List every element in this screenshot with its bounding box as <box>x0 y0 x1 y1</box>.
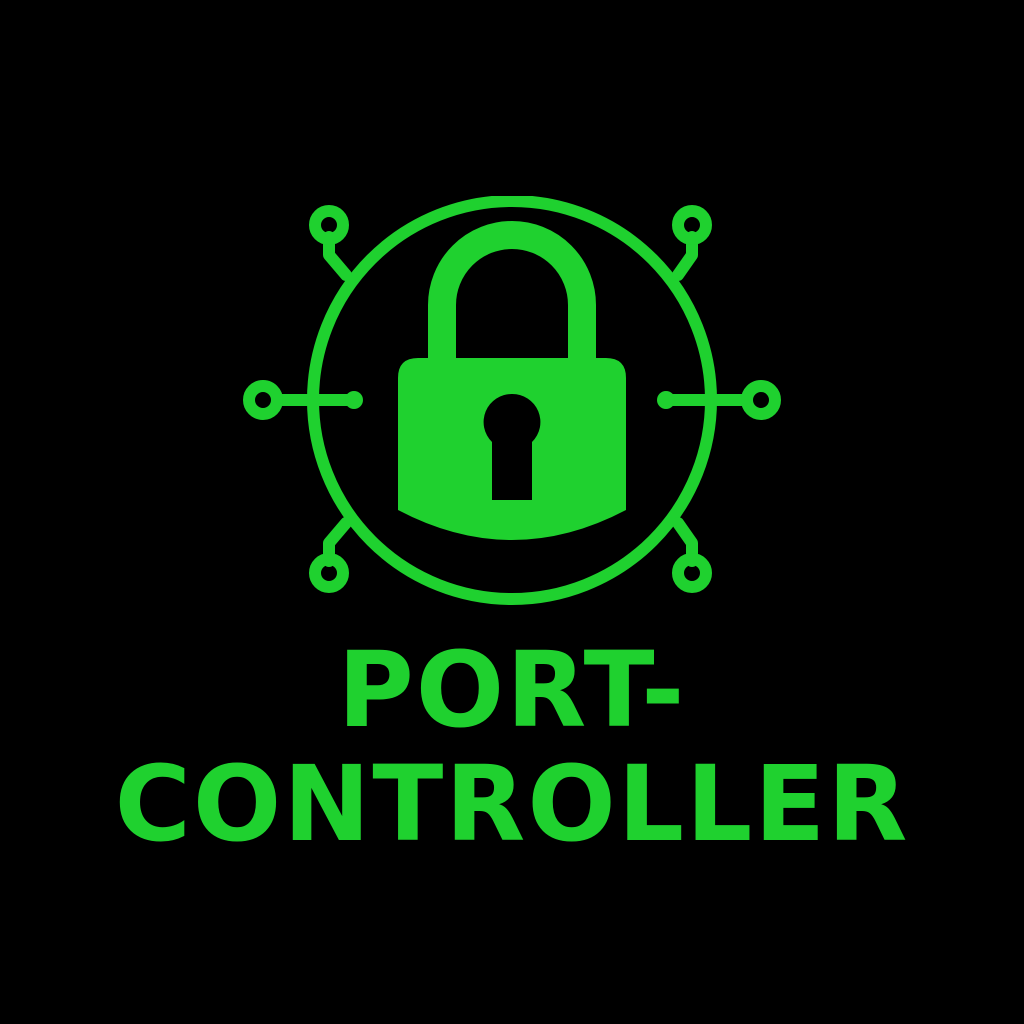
wordmark-line-1: PORT- <box>337 629 687 751</box>
circuit-node-top-right <box>672 205 712 245</box>
circuit-dot-right <box>657 391 675 409</box>
circuit-node-left <box>243 380 283 420</box>
padlock-body <box>398 358 626 540</box>
circuit-node-bottom-left <box>309 553 349 593</box>
circuit-dot-left <box>345 391 363 409</box>
logo: PORT- CONTROLLER <box>0 0 1024 1024</box>
circuit-node-top-left <box>309 205 349 245</box>
padlock-shackle <box>428 221 596 368</box>
circuit-node-right <box>741 380 781 420</box>
wordmark-line-2: CONTROLLER <box>114 743 910 865</box>
circuit-node-bottom-right <box>672 553 712 593</box>
padlock-circuit-icon <box>243 196 781 605</box>
